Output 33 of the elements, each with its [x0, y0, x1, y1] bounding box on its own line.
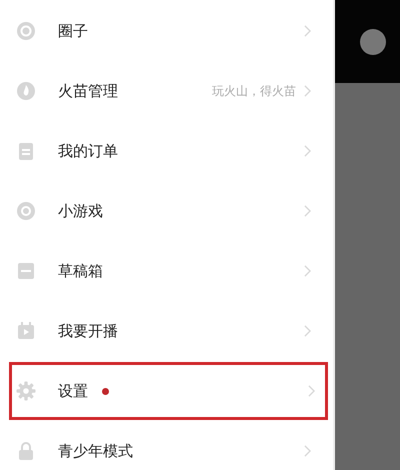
calendar-icon	[16, 321, 36, 341]
flame-icon	[16, 81, 36, 101]
lock-icon	[16, 441, 36, 461]
clipboard-icon	[16, 141, 36, 161]
chevron-icon	[304, 265, 311, 277]
menu-label: 我的订单	[58, 142, 118, 160]
chevron-icon	[304, 145, 311, 157]
menu-label: 我要开播	[58, 322, 118, 340]
chevron-icon	[308, 385, 315, 397]
menu-item[interactable]: 设置	[8, 361, 329, 421]
menu-label: 火苗管理	[58, 82, 118, 100]
menu-item[interactable]: 我要开播	[0, 301, 333, 361]
settings-icon	[16, 381, 36, 401]
menu-item[interactable]: 火苗管理 玩火山，得火苗	[0, 61, 333, 121]
chevron-icon	[304, 445, 311, 457]
menu-item[interactable]: 我的订单	[0, 121, 333, 181]
menu-label: 青少年模式	[58, 442, 133, 460]
menu-label: 圈子	[58, 22, 88, 40]
chevron-icon	[304, 85, 311, 97]
menu-label: 小游戏	[58, 202, 103, 220]
menu-label: 设置	[58, 382, 88, 400]
menu-hint: 玩火山，得火苗	[212, 82, 296, 100]
chevron-icon	[304, 25, 311, 37]
avatar[interactable]	[360, 28, 386, 54]
menu-item[interactable]: 圈子	[0, 1, 333, 61]
ring-icon	[16, 21, 36, 41]
chevron-icon	[304, 205, 311, 217]
chevron-icon	[304, 325, 311, 337]
menu-item[interactable]: 小游戏	[0, 181, 333, 241]
menu-item[interactable]: 草稿箱	[0, 241, 333, 301]
drafts-icon	[16, 261, 36, 281]
menu-item[interactable]: 青少年模式	[0, 421, 333, 470]
menu-label: 草稿箱	[58, 262, 103, 280]
